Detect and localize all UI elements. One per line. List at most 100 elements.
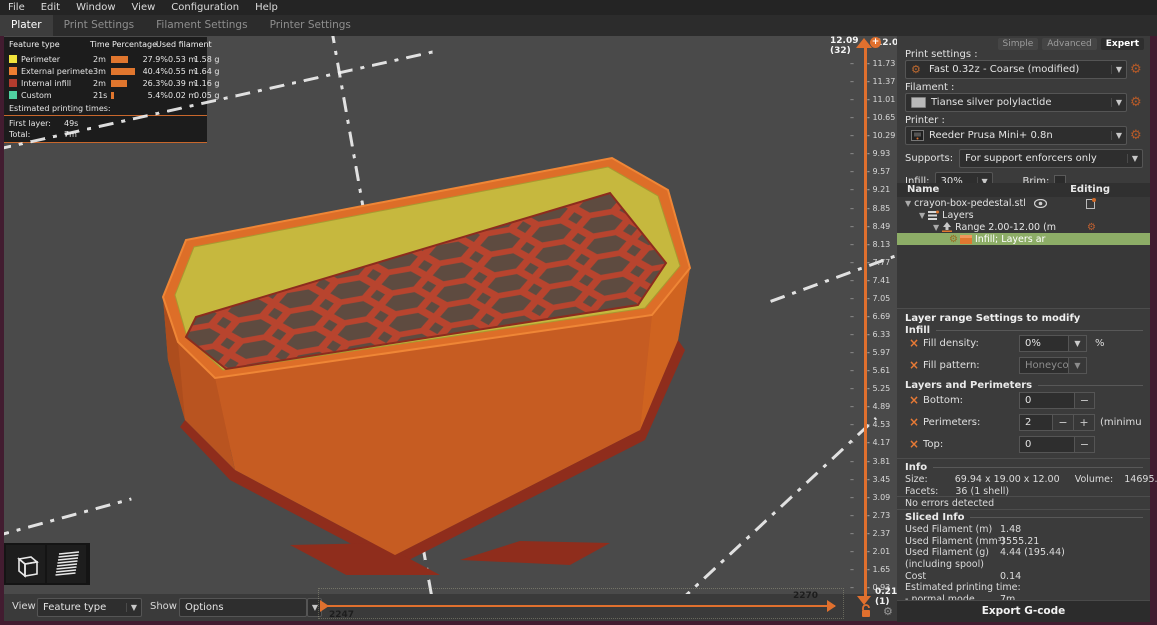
menu-file[interactable]: File [0,0,33,15]
printer-select[interactable]: Reeder Prusa Mini+ 0.8n ▼ [905,126,1127,145]
fill-pattern-dropdown[interactable]: ▼ [1069,357,1087,374]
tree-row-range[interactable]: ▼ Range 2.00-12.00 (m ⚙ [897,221,1150,233]
view-type-select[interactable]: Feature type ▼ [37,598,142,617]
preview-view-button[interactable] [47,545,86,583]
delete-option-icon[interactable]: × [909,336,923,350]
perimeters-increment[interactable]: + [1074,414,1095,431]
tab-plater[interactable]: Plater [0,15,53,36]
legend-header-time: Time [90,40,110,49]
tree-row-infill-modifier[interactable]: ⚙ Infill; Layers ar [897,233,1150,245]
export-gcode-button[interactable]: Export G-code [897,600,1150,622]
fill-pattern-input[interactable]: Honeycomb [1019,357,1069,374]
layers-perimeters-group-label: Layers and Perimeters [905,380,1143,391]
delete-option-icon[interactable]: × [909,393,923,407]
lock-icon[interactable] [860,604,872,618]
top-input[interactable]: 0 [1019,436,1075,453]
tree-infill-label: Infill; Layers ar [975,234,1046,245]
menu-view[interactable]: View [124,0,164,15]
caret-down-icon[interactable]: ▼ [905,199,911,208]
show-options-select[interactable]: Options [179,598,307,617]
print-settings-edit-gear-icon[interactable]: ⚙ [1130,63,1142,77]
eye-icon[interactable] [1034,199,1047,208]
sliced-model [140,145,860,575]
move-slider[interactable] [322,605,835,607]
feature-name: Custom [21,91,93,100]
feature-percentage: 40.4% [141,67,168,76]
legend-header: Feature type Time Percentage Used filame… [4,40,207,51]
legend-header-used: Used filament [156,40,212,49]
layer-tick: –10.65 [850,113,897,123]
tree-row-object[interactable]: ▼ crayon-box-pedestal.stl [897,197,1150,209]
delete-option-icon[interactable]: × [909,358,923,372]
mode-simple[interactable]: Simple [998,38,1039,50]
sliced-info-row: Used Filament (m)1.48 [905,524,1143,536]
perimeters-decrement[interactable]: − [1053,414,1074,431]
move-slider-right-handle[interactable] [827,600,836,612]
info-title: Info [905,462,1143,473]
top-label: Top: [923,439,1005,450]
layer-tick: –5.25 [850,384,897,394]
layer-top-height: 12.09 [830,36,858,46]
modifier-box-icon [960,235,972,244]
menu-bar: File Edit Window View Configuration Help [0,0,1157,15]
layer-tick: –10.29 [850,131,897,141]
sliced-info-row: (including spool) [905,559,1143,571]
bottom-decrement[interactable]: − [1075,392,1095,409]
fill-density-input[interactable]: 0% [1019,335,1069,352]
mode-advanced[interactable]: Advanced [1042,38,1096,50]
sliced-info-key: (including spool) [905,559,1000,570]
layer-tick: –6.33 [850,330,897,340]
fill-density-label: Fill density: [923,338,1005,349]
first-layer-value: 49s [64,119,78,128]
edit-object-icon[interactable] [1086,198,1096,209]
menu-configuration[interactable]: Configuration [163,0,247,15]
tree-row-layers[interactable]: ▼ Layers [897,209,1150,221]
size-value: 69.94 x 19.00 x 12.00 [955,474,1060,485]
caret-down-icon[interactable]: ▼ [919,211,925,220]
feature-time: 3m [93,67,111,76]
view-type-value: Feature type [38,602,126,613]
3d-viewport[interactable]: Feature type Time Percentage Used filame… [4,36,897,621]
perimeters-input[interactable]: 2 [1019,414,1053,431]
feature-weight: 1.64 g [194,67,221,76]
print-settings-select[interactable]: ⚙ Fast 0.32z - Coarse (modified) ▼ [905,60,1127,79]
errors-value: No errors detected [905,498,994,509]
feature-length: 0.55 m [168,67,194,76]
menu-edit[interactable]: Edit [33,0,68,15]
sliced-info-title: Sliced Info [905,512,1143,523]
tab-print-settings[interactable]: Print Settings [53,15,146,36]
layer-tick: –7.05 [850,294,897,304]
delete-option-icon[interactable]: × [909,415,923,429]
move-slider-right-value: 2270 [793,591,818,601]
sliced-info-row: Cost0.14 [905,570,1143,582]
caret-down-icon[interactable]: ▼ [933,223,939,232]
printer-icon [911,130,924,141]
volume-value: 14695.51 [1124,474,1157,485]
mode-expert[interactable]: Expert [1101,38,1144,50]
fill-density-dropdown[interactable]: ▼ [1069,335,1087,352]
layer-tick: –8.13 [850,240,897,250]
sliced-info-value: 1.48 [1000,524,1021,535]
feature-name: Perimeter [21,55,93,64]
top-decrement[interactable]: − [1075,436,1095,453]
layers-tree-icon [928,210,939,220]
bottom-input[interactable]: 0 [1019,392,1075,409]
legend-row: Perimeter2m27.9%0.53 m1.58 g [4,53,207,65]
menu-help[interactable]: Help [247,0,286,15]
add-color-change-icon[interactable]: + [870,37,881,48]
move-slider-left-handle[interactable] [320,600,329,612]
delete-option-icon[interactable]: × [909,437,923,451]
slider-settings-gear-icon[interactable]: ⚙ [883,606,893,617]
supports-select[interactable]: For support enforcers only ▼ [959,149,1143,168]
layers-icon [51,549,83,579]
tab-printer-settings[interactable]: Printer Settings [259,15,362,36]
tab-filament-settings[interactable]: Filament Settings [145,15,258,36]
printer-edit-gear-icon[interactable]: ⚙ [1130,129,1142,143]
editor-view-button[interactable] [6,545,45,583]
filament-edit-gear-icon[interactable]: ⚙ [1130,96,1142,110]
layer-tick: –8.85 [850,204,897,214]
range-settings-gear-icon[interactable]: ⚙ [1087,222,1096,233]
filament-select[interactable]: Tianse silver polylactide ▼ [905,93,1127,112]
sliced-info-value: 4.44 (195.44) [1000,547,1065,558]
menu-window[interactable]: Window [68,0,123,15]
